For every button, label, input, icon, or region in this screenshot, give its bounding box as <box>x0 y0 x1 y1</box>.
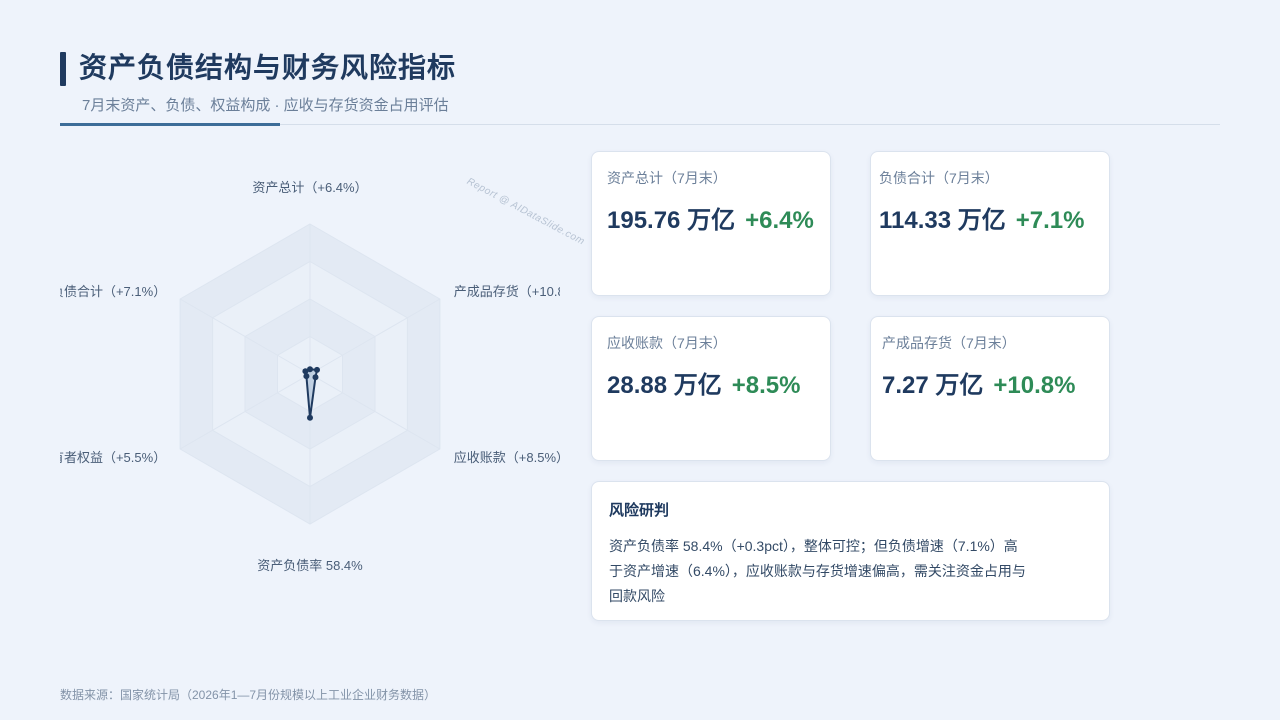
radar-chart-container: 资产总计（+6.4%） 产成品存货（+10.8%） 应收账款（+8.5%） 资产负债率… <box>60 140 560 590</box>
risk-text: 资产负债率 58.4%（+0.3pct），整体可控；但负债增速（7.1%）高于资… <box>609 538 1026 604</box>
page-subtitle: 7月末资产、负债、权益构成 · 应收与存货资金占用评估 <box>82 97 449 114</box>
title-accent-bar <box>60 52 66 86</box>
kpi-value: 7.27 万亿 <box>882 372 984 399</box>
kpi-label: 应收账款（7月末） <box>607 335 727 351</box>
radar-axis-label: 所有者权益（+5.5%） <box>60 450 166 465</box>
header-divider-accent <box>60 123 280 126</box>
kpi-value: 28.88 万亿 <box>607 372 722 399</box>
kpi-value: 195.76 万亿 <box>607 207 736 234</box>
kpi-card-finished-goods-inventory: 产成品存货（7月末） 7.27 万亿 +10.8% <box>870 316 1110 461</box>
kpi-label: 负债合计（7月末） <box>879 170 999 186</box>
radar-point-3 <box>307 414 313 421</box>
risk-title: 风险研判 <box>609 502 670 519</box>
kpi-card-receivables: 应收账款（7月末） 28.88 万亿 +8.5% <box>591 316 831 461</box>
risk-assessment-card: 风险研判 资产负债率 58.4%（+0.3pct），整体可控；但负债增速（7.1… <box>591 481 1110 621</box>
radar-point-2 <box>312 374 319 381</box>
radar-chart: 资产总计（+6.4%） 产成品存货（+10.8%） 应收账款（+8.5%） 资产负债率… <box>60 180 560 573</box>
radar-axis-label: 资产总计（+6.4%） <box>252 180 367 195</box>
radar-axis-label: 产成品存货（+10.8%） <box>454 284 560 299</box>
radar-point-1 <box>314 366 320 373</box>
kpi-growth: +10.8% <box>993 372 1076 399</box>
kpi-label: 产成品存货（7月末） <box>882 335 1016 351</box>
radar-point-5 <box>302 368 309 375</box>
data-source-note: 数据来源：国家统计局（2026年1—7月份规模以上工业企业财务数据） <box>60 688 437 702</box>
radar-axis-label: 资产负债率 58.4% <box>257 558 363 573</box>
radar-axis-label: 负债合计（+7.1%） <box>60 284 166 299</box>
kpi-card-total-assets: 资产总计（7月末） 195.76 万亿 +6.4% <box>591 151 831 296</box>
kpi-growth: +7.1% <box>1015 207 1085 234</box>
radar-axis-label: 应收账款（+8.5%） <box>454 450 560 465</box>
kpi-value: 114.33 万亿 <box>879 207 1006 234</box>
kpi-growth: +8.5% <box>731 372 801 399</box>
kpi-growth: +6.4% <box>745 207 814 234</box>
page-title: 资产负债结构与财务风险指标 <box>79 52 457 83</box>
kpi-label: 资产总计（7月末） <box>607 170 727 186</box>
kpi-card-total-liabilities: 负债合计（7月末） 114.33 万亿 +7.1% <box>870 151 1110 296</box>
